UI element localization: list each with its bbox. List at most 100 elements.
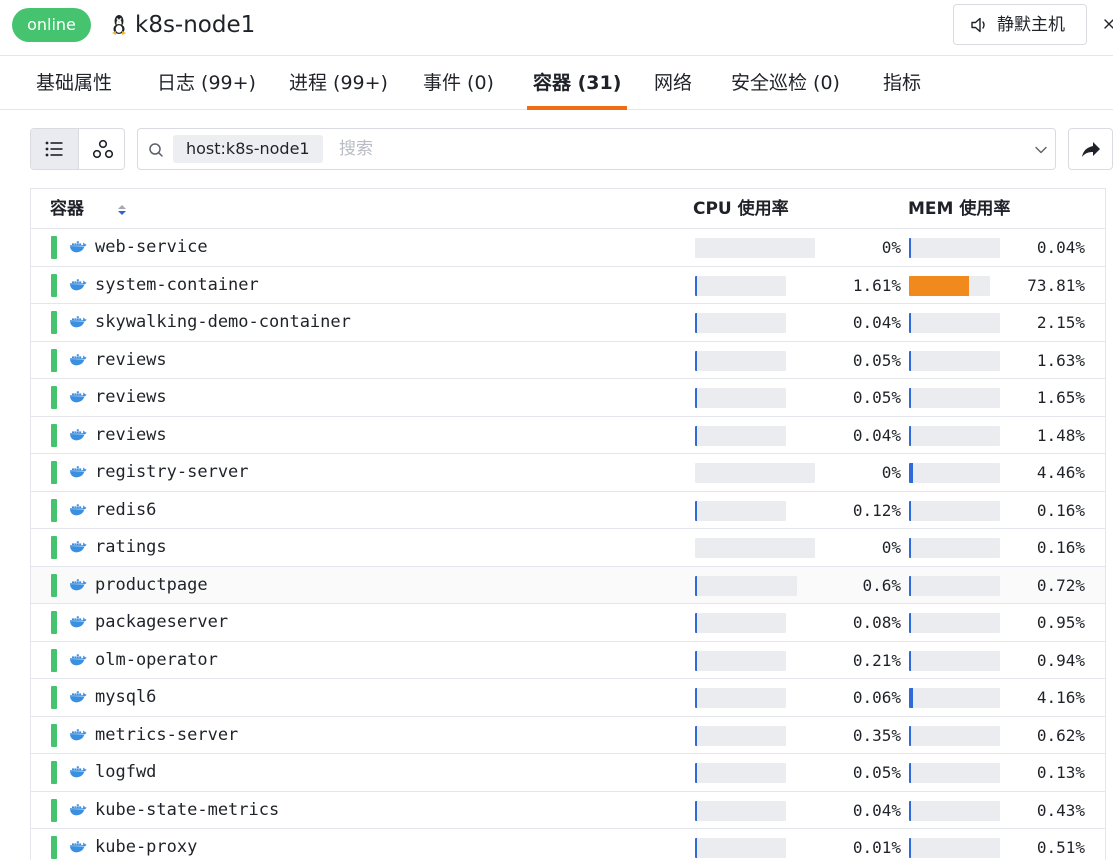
topology-view-button[interactable] (78, 129, 124, 169)
table-row[interactable]: ratings 0% 0.16% (31, 529, 1105, 567)
container-name[interactable]: olm-operator (95, 642, 218, 679)
docker-icon (69, 353, 87, 365)
tab-logs[interactable]: 日志 (99+) (157, 56, 256, 110)
column-header-mem[interactable]: MEM 使用率 (908, 189, 1010, 229)
container-name[interactable]: system-container (95, 267, 259, 304)
search-input[interactable] (339, 137, 1019, 161)
mem-usage-bar-fill (909, 238, 911, 258)
status-indicator (51, 273, 57, 297)
cpu-usage-bar-fill (695, 763, 697, 783)
mem-usage-bar (909, 763, 1000, 783)
share-button[interactable] (1068, 128, 1113, 170)
cpu-usage-value: 0% (881, 538, 901, 557)
table-row[interactable]: system-container 1.61% 73.81% (31, 267, 1105, 304)
container-name[interactable]: reviews (95, 379, 167, 416)
table-row[interactable]: kube-state-metrics 0.04% 0.43% (31, 792, 1105, 829)
mem-usage-value: 0.72% (1036, 575, 1085, 595)
container-name[interactable]: kube-state-metrics (95, 792, 279, 829)
cpu-usage-bar-fill (695, 838, 697, 858)
table-row[interactable]: productpage 0.6% 0.72% (31, 566, 1105, 604)
table-row[interactable]: packageserver 0.08% 0.95% (31, 604, 1105, 642)
container-name[interactable]: productpage (95, 567, 208, 604)
status-indicator (51, 498, 57, 522)
mem-usage-value: 0.62% (1036, 725, 1085, 745)
docker-icon (69, 728, 87, 740)
mem-usage-value: 2.15% (1036, 313, 1085, 332)
status-indicator (51, 423, 57, 447)
cpu-usage-value: 0.35% (852, 725, 901, 745)
mem-usage-bar-fill (909, 650, 911, 671)
cpu-usage-value: 0.01% (852, 838, 901, 857)
tab-events[interactable]: 事件 (0) (423, 56, 494, 110)
table-row[interactable]: redis6 0.12% 0.16% (31, 492, 1105, 529)
tab-containers[interactable]: 容器 (31) (527, 56, 628, 110)
chevron-down-icon[interactable] (1034, 143, 1048, 157)
container-name[interactable]: ratings (95, 529, 167, 566)
table-row[interactable]: reviews 0.05% 1.63% (31, 342, 1105, 379)
table-row[interactable]: registry-server 0% 4.46% (31, 454, 1105, 492)
table-row[interactable]: olm-operator 0.21% 0.94% (31, 642, 1105, 679)
table-row[interactable]: reviews 0.04% 1.48% (31, 417, 1105, 454)
mute-host-button[interactable]: 静默主机 (953, 4, 1087, 45)
search-box[interactable]: host:k8s-node1 (137, 128, 1056, 170)
cpu-usage-bar (695, 313, 786, 333)
topology-view-icon (92, 139, 114, 159)
tab-metrics[interactable]: 指标 (883, 56, 921, 110)
table-row[interactable]: reviews 0.05% 1.65% (31, 379, 1105, 417)
mem-usage-bar (909, 313, 1000, 333)
mem-usage-value: 0.43% (1036, 800, 1085, 820)
cpu-usage-bar-fill (695, 613, 697, 633)
tab-basic-properties[interactable]: 基础属性 (36, 56, 112, 110)
container-name[interactable]: reviews (95, 417, 167, 454)
cpu-usage-bar (695, 575, 797, 596)
mem-usage-bar (909, 613, 1000, 633)
close-icon[interactable] (1103, 14, 1113, 34)
mem-usage-bar-fill (909, 725, 911, 746)
sort-icon[interactable] (116, 202, 128, 218)
list-view-icon (45, 141, 63, 157)
docker-icon (69, 466, 87, 478)
list-view-button[interactable] (31, 129, 78, 169)
cpu-usage-value: 1.61% (852, 275, 901, 295)
speaker-icon (971, 17, 985, 33)
column-header-cpu[interactable]: CPU 使用率 (693, 189, 789, 229)
status-indicator (51, 648, 57, 672)
cpu-usage-value: 0.04% (852, 800, 901, 820)
cpu-usage-bar (695, 388, 786, 408)
container-name[interactable]: mysql6 (95, 679, 156, 716)
column-header-container[interactable]: 容器 (50, 189, 126, 229)
table-row[interactable]: logfwd 0.05% 0.13% (31, 754, 1105, 792)
tab-security-inspection[interactable]: 安全巡检 (0) (731, 56, 840, 110)
mem-usage-bar (909, 388, 1000, 408)
table-row[interactable]: metrics-server 0.35% 0.62% (31, 717, 1105, 754)
container-name[interactable]: metrics-server (95, 717, 238, 754)
container-name[interactable]: web-service (95, 229, 208, 266)
container-name[interactable]: packageserver (95, 604, 228, 641)
mem-usage-bar (909, 425, 1000, 446)
search-filter-tag[interactable]: host:k8s-node1 (173, 135, 323, 163)
container-name[interactable]: logfwd (95, 754, 156, 791)
container-name[interactable]: redis6 (95, 492, 156, 529)
status-indicator (51, 573, 57, 597)
container-name[interactable]: registry-server (95, 454, 249, 491)
container-name[interactable]: reviews (95, 342, 167, 379)
tab-processes[interactable]: 进程 (99+) (289, 56, 388, 110)
mem-usage-bar (909, 500, 1000, 521)
tab-network[interactable]: 网络 (654, 56, 692, 110)
mem-usage-bar-fill (909, 800, 911, 821)
table-row[interactable]: skywalking-demo-container 0.04% 2.15% (31, 304, 1105, 342)
cpu-usage-bar-fill (695, 500, 697, 521)
container-name[interactable]: kube-proxy (95, 829, 197, 860)
table-row[interactable]: mysql6 0.06% 4.16% (31, 679, 1105, 717)
table-row[interactable]: web-service 0% 0.04% (31, 229, 1105, 267)
container-name[interactable]: skywalking-demo-container (95, 304, 351, 341)
mem-usage-bar-fill (909, 538, 911, 558)
table-row[interactable]: kube-proxy 0.01% 0.51% (31, 829, 1105, 860)
mem-usage-bar-fill (909, 425, 911, 446)
cpu-usage-bar-fill (695, 350, 697, 371)
cpu-usage-bar-fill (695, 688, 697, 708)
cpu-usage-bar (695, 538, 815, 558)
mem-usage-bar (909, 238, 1000, 258)
mem-usage-value: 73.81% (1027, 275, 1085, 295)
cpu-usage-value: 0.04% (852, 425, 901, 445)
